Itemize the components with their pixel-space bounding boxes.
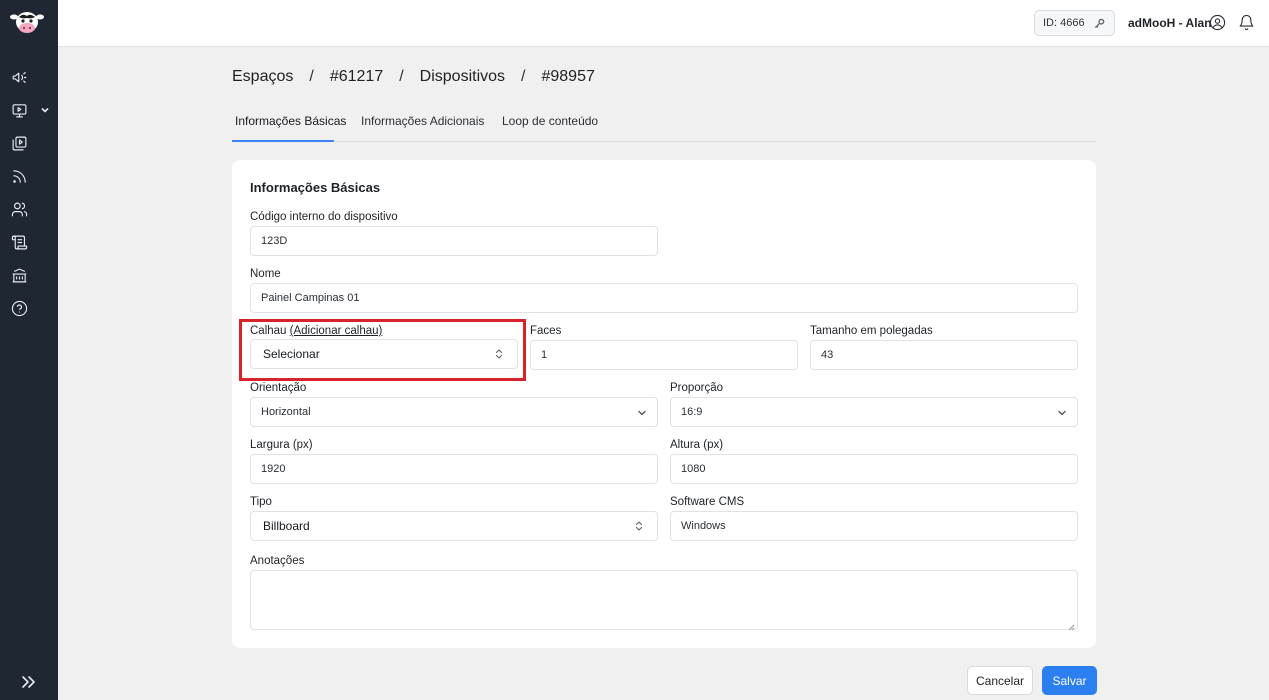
user-circle-icon[interactable] [1209,14,1226,31]
tab-loop-de-conteudo[interactable]: Loop de conteúdo [502,114,598,128]
rss-icon[interactable] [10,167,28,185]
nome-value: Painel Campinas 01 [261,292,360,304]
largura-label: Largura (px) [250,439,313,451]
largura-value: 1920 [261,463,286,475]
proporcao-select[interactable]: 16:9 [670,397,1078,427]
account-id-text: ID: 4666 [1043,17,1085,29]
breadcrumb-separator: / [309,68,314,85]
faces-label: Faces [530,325,562,337]
breadcrumb-dispositivos[interactable]: Dispositivos [420,68,505,86]
codigo-value: 123D [261,235,288,247]
user-name[interactable]: adMooH - Alan [1128,16,1212,30]
video-library-icon[interactable] [10,134,28,152]
altura-value: 1080 [681,463,706,475]
tamanho-value: 43 [821,349,834,361]
megaphone-icon[interactable] [10,68,28,86]
chevron-down-icon [1057,408,1067,418]
codigo-label: Código interno do dispositivo [250,211,398,223]
breadcrumb-separator: / [521,68,526,85]
anotacoes-label: Anotações [250,555,305,567]
sidebar [0,0,58,700]
proporcao-label: Proporção [670,382,724,394]
tipo-label: Tipo [250,496,272,508]
basic-info-card: Informações Básicas Código interno do di… [232,160,1096,648]
orientacao-label: Orientação [250,382,307,394]
chevron-up-down-icon [635,520,643,532]
cancel-button[interactable]: Cancelar [967,666,1033,695]
key-icon [1094,18,1105,29]
largura-input[interactable]: 1920 [250,454,658,484]
save-button[interactable]: Salvar [1042,666,1097,695]
software-value: Windows [681,520,726,532]
breadcrumb-device-id: #98957 [541,68,595,85]
cow-logo[interactable] [10,8,44,38]
active-tab-indicator [232,140,334,142]
card-title: Informações Básicas [250,180,381,195]
orientacao-value: Horizontal [261,406,311,418]
software-label: Software CMS [670,496,745,508]
bell-icon[interactable] [1238,14,1255,31]
nome-input[interactable]: Painel Campinas 01 [250,283,1078,313]
tipo-select[interactable]: Billboard [250,511,658,541]
tamanho-input[interactable]: 43 [810,340,1078,370]
bank-icon[interactable] [10,266,28,284]
breadcrumb-separator: / [399,68,404,85]
breadcrumb-space-id[interactable]: #61217 [330,68,383,86]
nome-label: Nome [250,268,281,280]
tamanho-label: Tamanho em polegadas [810,325,933,337]
altura-label: Altura (px) [670,439,724,451]
faces-input[interactable]: 1 [530,340,798,370]
resize-handle-icon[interactable] [1068,620,1075,631]
breadcrumb-espacos[interactable]: Espaços [232,68,293,86]
codigo-input[interactable]: 123D [250,226,658,256]
tab-bar: Informações Básicas Informações Adiciona… [232,104,1096,142]
anotacoes-textarea[interactable] [250,570,1078,631]
help-circle-icon[interactable] [10,299,28,317]
breadcrumb: Espaços / #61217 / Dispositivos / #98957 [232,68,595,86]
monitor-play-icon[interactable] [10,101,28,119]
proporcao-value: 16:9 [681,406,703,418]
chevron-down-icon [637,408,647,418]
calhau-highlight-box [239,319,526,381]
users-icon[interactable] [10,200,28,218]
topbar: ID: 4666 adMooH - Alan [58,0,1269,47]
tab-informacoes-basicas[interactable]: Informações Básicas [235,114,346,128]
tab-informacoes-adicionais[interactable]: Informações Adicionais [361,114,484,128]
tipo-value: Billboard [263,519,310,533]
orientacao-select[interactable]: Horizontal [250,397,658,427]
account-id-badge[interactable]: ID: 4666 [1034,10,1115,36]
altura-input[interactable]: 1080 [670,454,1078,484]
double-chevron-right-icon[interactable] [20,674,36,690]
chevron-down-icon[interactable] [40,104,50,114]
software-input[interactable]: Windows [670,511,1078,541]
scroll-icon[interactable] [10,233,28,251]
faces-value: 1 [541,349,548,361]
